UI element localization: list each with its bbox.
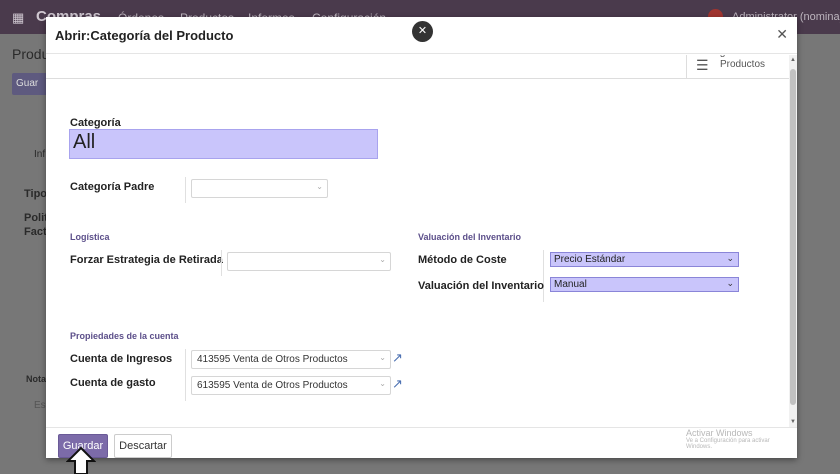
dialog-title: Abrir:Categoría del Producto xyxy=(55,28,234,43)
bg-tab-inf[interactable]: Inf xyxy=(34,149,45,160)
scroll-up-icon[interactable]: ▲ xyxy=(790,57,796,63)
dialog-footer: Guardar Descartar Activar Windows Ve a C… xyxy=(46,427,797,458)
bg-notes-placeholder: Es xyxy=(34,400,46,411)
products-smart-button[interactable]: ☰ 3 Productos xyxy=(686,55,786,79)
external-link-icon[interactable]: ↗ xyxy=(392,350,406,365)
up-arrow-icon xyxy=(66,446,96,474)
dialog-body: ☰ 3 Productos Categoría All Categoría Pa… xyxy=(46,55,789,427)
expense-account-select[interactable]: 613595 Venta de Otros Productos ⌄ xyxy=(191,376,391,395)
chevron-down-icon: ⌄ xyxy=(726,253,734,263)
cost-method-label: Método de Coste xyxy=(418,254,507,266)
windows-activation-watermark: Activar Windows Ve a Configuración para … xyxy=(686,428,770,450)
chevron-down-icon: ⌄ xyxy=(379,255,386,264)
inventory-valuation-label: Valuación del Inventario xyxy=(418,280,544,292)
category-name-input[interactable]: All xyxy=(69,129,378,159)
chevron-down-icon: ⌄ xyxy=(379,353,386,362)
apps-grid-icon[interactable]: ▦ xyxy=(12,10,24,26)
close-icon[interactable]: ✕ xyxy=(412,21,433,42)
inventory-valuation-select[interactable]: Manual ⌄ xyxy=(550,277,739,292)
products-label: Productos xyxy=(720,59,766,70)
bg-label-nota: Nota xyxy=(26,374,46,384)
cost-method-select[interactable]: Precio Estándar ⌄ xyxy=(550,252,739,267)
page-title: Produ xyxy=(12,46,50,62)
dialog-scrollbar[interactable]: ▲ ▼ xyxy=(789,55,797,427)
divider xyxy=(185,349,186,401)
category-label: Categoría xyxy=(70,117,121,129)
income-account-select[interactable]: 413595 Venta de Otros Productos ⌄ xyxy=(191,350,391,369)
removal-strategy-select[interactable]: ⌄ xyxy=(227,252,391,271)
list-icon: ☰ xyxy=(696,57,709,73)
chevron-down-icon: ⌄ xyxy=(726,278,734,288)
divider xyxy=(221,250,222,276)
expense-account-label: Cuenta de gasto xyxy=(70,377,156,389)
logistics-section: Logística xyxy=(70,232,110,242)
income-account-label: Cuenta de Ingresos xyxy=(70,353,173,365)
button-box: ☰ 3 Productos xyxy=(46,55,789,79)
close-icon[interactable]: ✕ xyxy=(776,26,788,43)
divider xyxy=(543,250,544,302)
account-properties-section: Propiedades de la cuenta xyxy=(70,331,179,341)
divider xyxy=(185,177,186,203)
removal-strategy-label: Forzar Estrategia de Retirada xyxy=(70,254,223,266)
chevron-down-icon: ⌄ xyxy=(316,182,323,191)
bg-label-polit: Polit xyxy=(24,212,48,224)
inventory-valuation-section: Valuación del Inventario xyxy=(418,232,522,242)
bg-label-fact: Fact xyxy=(24,226,47,238)
scrollbar-thumb[interactable] xyxy=(790,69,796,405)
discard-button[interactable]: Descartar xyxy=(114,434,172,458)
bg-label-tipo: Tipo xyxy=(24,188,48,200)
parent-category-select[interactable]: ⌄ xyxy=(191,179,328,198)
chevron-down-icon: ⌄ xyxy=(379,379,386,388)
category-dialog: Abrir:Categoría del Producto ✕ ☰ 3 Produ… xyxy=(46,17,797,458)
scroll-down-icon[interactable]: ▼ xyxy=(790,419,796,425)
parent-category-label: Categoría Padre xyxy=(70,181,155,193)
external-link-icon[interactable]: ↗ xyxy=(392,376,406,391)
